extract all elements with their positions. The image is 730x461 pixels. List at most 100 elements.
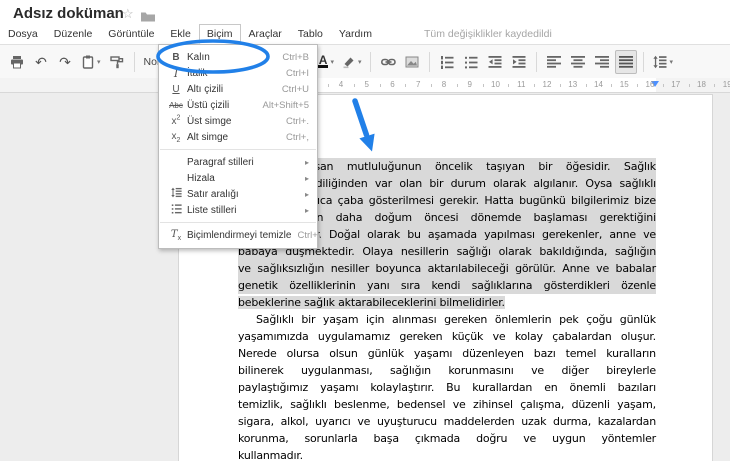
ruler-number: 4: [338, 80, 344, 89]
ruler-number: 13: [568, 80, 578, 89]
toolbar-separator: [536, 51, 538, 72]
ruler: 12345678910111213141516171819: [0, 78, 730, 93]
menu-item-liste-stilleri[interactable]: Liste stilleri ▸: [159, 202, 317, 218]
align-left-icon: [547, 55, 562, 68]
titlebar: Adsız doküman ☆: [0, 0, 730, 24]
decrease-indent-button[interactable]: [484, 50, 506, 74]
ruler-tick: [456, 84, 458, 87]
format-painter-button[interactable]: [106, 50, 128, 74]
text-line: genetik özelliklerinin yanı sıra kendi sağlık…: [238, 277, 656, 294]
menu-separator: [160, 222, 316, 223]
submenu-arrow-icon: ▸: [304, 173, 309, 183]
menu-item-hizala[interactable]: Hizala ▸: [159, 170, 317, 186]
submenu-arrow-icon: ▸: [304, 205, 309, 215]
menu-item-satır-aralığı[interactable]: Satır aralığı ▸: [159, 186, 317, 202]
text-line: Nerede olursa olsun günlük yaşamı düzenleyen b…: [238, 347, 656, 360]
ruler-tick: [328, 84, 330, 87]
paste-button[interactable]: ▾: [78, 50, 104, 74]
line-spacing-button[interactable]: ▾: [650, 50, 676, 74]
ruler-tick: [662, 84, 664, 87]
submenu-arrow-icon: ▸: [304, 157, 309, 167]
bulleted-list-button[interactable]: [460, 50, 482, 74]
italic-icon: I: [173, 66, 179, 80]
ruler-number: 15: [619, 80, 629, 89]
ruler-tick: [508, 84, 510, 87]
text-line: paylaştığımız yaşamı kolaylaştırır. Bu kural…: [238, 381, 656, 394]
menu-item-üstü-çizili[interactable]: Abc Üstü çizili Alt+Shift+5: [159, 97, 317, 113]
text-line: kullanmadır.: [238, 449, 303, 461]
menu-item-label: Satır aralığı: [187, 188, 239, 200]
submenu-arrow-icon: ▸: [304, 189, 309, 199]
undo-button[interactable]: ↶: [30, 50, 52, 74]
menu-item-label: Liste stilleri: [187, 204, 237, 216]
document-area: Sağlık,insanmutluluğununönceliktaşıyanbi…: [0, 93, 730, 461]
menubar-item-görüntüle[interactable]: Görüntüle: [100, 24, 162, 44]
menu-item-kalın[interactable]: B Kalın Ctrl+B: [159, 49, 317, 65]
menu-item-label: Alt simge: [187, 131, 229, 143]
menu-item-label: Paragraf stilleri: [187, 156, 254, 168]
subscript-icon: x2: [171, 130, 181, 144]
document-title[interactable]: Adsız doküman: [13, 5, 124, 22]
align-left-button[interactable]: [543, 50, 565, 74]
ruler-number: 5: [364, 80, 369, 89]
highlight-color-button[interactable]: ▾: [339, 50, 365, 74]
ruler-number: 14: [594, 80, 603, 89]
ruler-tick: [534, 84, 536, 87]
toolbar-separator: [370, 51, 372, 72]
print-button[interactable]: [6, 50, 28, 74]
clear-formatting-icon: Tx: [170, 228, 182, 242]
ruler-tick: [688, 84, 690, 87]
menu-item-üst-simge[interactable]: x2 Üst simge Ctrl+.: [159, 113, 317, 129]
menu-item-paragraf-stilleri[interactable]: Paragraf stilleri ▸: [159, 154, 317, 170]
ruler-tick: [559, 84, 561, 87]
superscript-icon: x2: [171, 114, 181, 128]
menu-item-shortcut: Ctrl+,: [286, 131, 309, 143]
menubar-item-dosya[interactable]: Dosya: [0, 24, 46, 44]
star-icon[interactable]: ☆: [122, 6, 134, 22]
insert-link-button[interactable]: [377, 50, 399, 74]
ruler-tick: [379, 84, 381, 87]
menubar-item-düzenle[interactable]: Düzenle: [46, 24, 101, 44]
menubar-item-tablo[interactable]: Tablo: [290, 24, 331, 44]
align-right-button[interactable]: [591, 50, 613, 74]
menubar-item-ekle[interactable]: Ekle: [162, 24, 198, 44]
line-spacing-icon: [165, 187, 187, 201]
text-line: Sağlıklı bir yaşam için alınması gereken önlem…: [256, 313, 656, 326]
text-line: sigara, alkol, uyarıcı ve uyuşturucu maddeler…: [238, 415, 656, 428]
toolbar: ↶ ↷ ▾ Normal m... A▾ ▾: [0, 44, 730, 79]
bulleted-list-icon: [465, 56, 478, 68]
toolbar-separator: [643, 51, 645, 72]
menu-item-shortcut: Ctrl+U: [281, 83, 309, 95]
numbered-list-button[interactable]: [436, 50, 458, 74]
justify-button[interactable]: [615, 49, 638, 74]
menubar-item-araçlar[interactable]: Araçlar: [241, 24, 290, 44]
image-icon: [405, 56, 419, 67]
menu-item-altı-çizili[interactable]: U Altı çizili Ctrl+U: [159, 81, 317, 97]
ruler-tick: [637, 84, 639, 87]
text-line: korunma, sorunlarla başa çıkmada doğru ve uygu…: [238, 432, 656, 445]
text-line: ve sağlıksızlığın nesiller boyunca aktarılab…: [238, 260, 656, 277]
menu-item-shortcut: Ctrl+\: [297, 229, 321, 241]
ruler-tick: [714, 84, 716, 87]
strikethrough-icon: Abc: [169, 100, 183, 110]
menu-item-i̇talik[interactable]: I İtalik Ctrl+I: [159, 65, 317, 81]
increase-indent-icon: [512, 55, 526, 68]
ruler-number: 18: [697, 80, 706, 89]
menu-item-label: Altı çizili: [187, 83, 224, 95]
menu-item-label: Üst simge: [187, 115, 232, 127]
align-center-button[interactable]: [567, 50, 589, 74]
menu-item-alt-simge[interactable]: x2 Alt simge Ctrl+,: [159, 129, 317, 145]
menu-item-biçimlendirmeyi-temizle[interactable]: Tx Biçimlendirmeyi temizle Ctrl+\: [159, 227, 321, 243]
text-color-button[interactable]: A ▾: [315, 50, 337, 74]
increase-indent-button[interactable]: [508, 50, 530, 74]
ruler-number: 9: [467, 80, 472, 89]
text-line: bebeklerine sağlık aktarabileceklerini b…: [238, 296, 505, 309]
numbered-list-icon: [441, 55, 454, 69]
ruler-number: 11: [517, 80, 526, 89]
toolbar-separator: [133, 51, 135, 72]
insert-image-button[interactable]: [401, 50, 423, 74]
redo-button[interactable]: ↷: [54, 50, 76, 74]
menubar-item-yardım[interactable]: Yardım: [331, 24, 380, 44]
menubar-item-biçim[interactable]: Biçim: [198, 24, 241, 44]
list-styles-icon: [165, 203, 187, 217]
